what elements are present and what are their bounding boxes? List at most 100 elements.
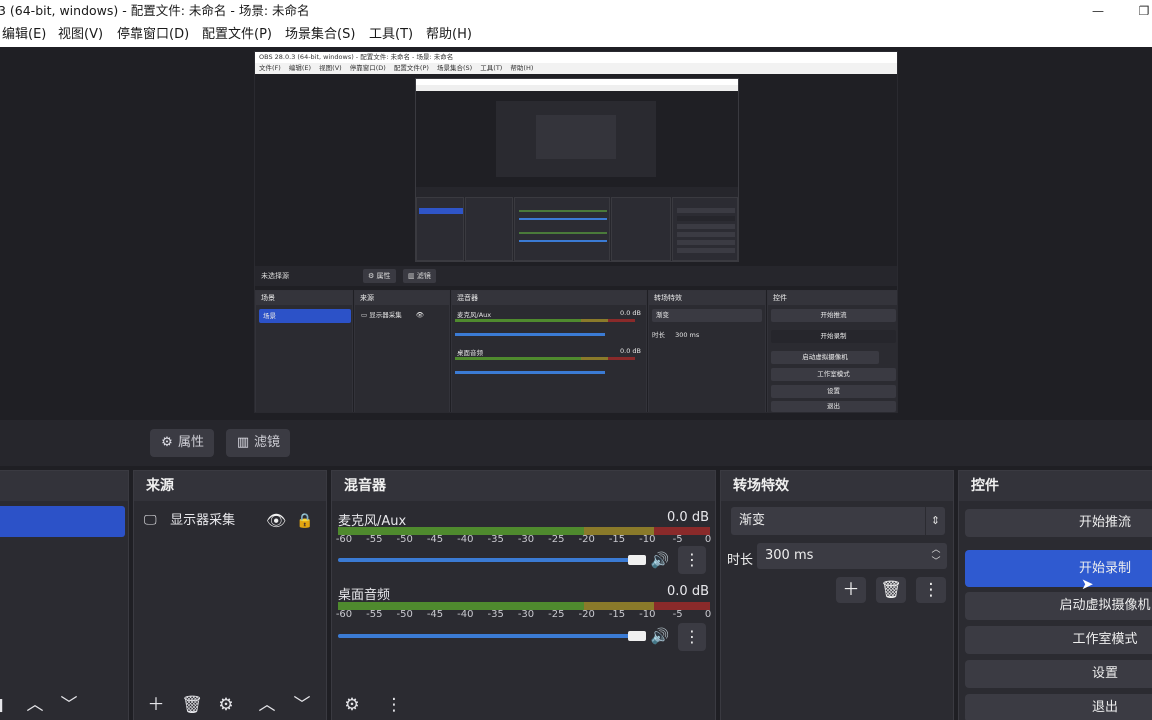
meter-tick-label: -10 xyxy=(639,609,656,620)
nested-menu-item: 工具(T) xyxy=(480,64,503,72)
nested-controls-title: 控件 xyxy=(768,291,897,305)
meter-ticks: -60 -55 -50 -45 -40 -35 -30 -25 -20 -15 -10 -5 0 xyxy=(332,534,715,546)
settings-button[interactable]: 设置 xyxy=(965,660,1152,688)
volume-slider[interactable] xyxy=(338,634,638,638)
source-down-icon[interactable]: ﹀ xyxy=(288,692,316,718)
menu-view[interactable]: 视图(V) xyxy=(58,22,103,47)
mixer-footer: ⚙ ⋮ xyxy=(332,692,715,720)
minimize-button[interactable]: — xyxy=(1078,0,1118,22)
channel-menu-button[interactable]: ⋮ xyxy=(678,546,706,574)
start-stream-label: 开始推流 xyxy=(1078,515,1131,530)
nested-menu-item: 编辑(E) xyxy=(288,64,312,72)
source-up-icon[interactable]: ︿ xyxy=(253,692,281,718)
studio-mode-button[interactable]: 工作室模式 xyxy=(965,626,1152,654)
inner-ctrl xyxy=(677,248,735,253)
remove-transition-icon[interactable]: 🗑 xyxy=(876,577,906,603)
meter-tick-label: 0 xyxy=(704,534,712,545)
advanced-audio-gear-icon[interactable]: ⚙ xyxy=(338,692,366,718)
nested-mic-meter xyxy=(455,319,635,322)
virtual-camera-button[interactable]: 启动虚拟摄像机 xyxy=(965,592,1152,620)
nested-ctrl-settings: 设置 xyxy=(771,385,896,398)
menu-tools[interactable]: 工具(T) xyxy=(369,22,413,47)
inner-ctrl xyxy=(677,208,735,213)
nested-desktop-meter xyxy=(455,357,635,360)
menu-bar: 编辑(E) 视图(V) 停靠窗口(D) 配置文件(P) 场景集合(S) 工具(T… xyxy=(0,22,1152,47)
start-record-button[interactable]: 开始录制 xyxy=(965,550,1152,587)
transitions-dock: 转场特效 渐变 ⇕ 时长 300 ms ︿ ﹀ ＋ 🗑 ⋮ xyxy=(720,470,954,720)
obs-window: .3 (64-bit, windows) - 配置文件: 未命名 - 场景: 未… xyxy=(0,0,1152,720)
lock-icon[interactable]: 🔒 xyxy=(296,509,313,533)
meter-tick-label: -50 xyxy=(396,534,413,545)
nested-transitions-dock: 转场特效 渐变 时长 300 ms xyxy=(648,290,766,412)
preview-canvas[interactable]: OBS 28.0.3 (64-bit, windows) - 配置文件: 未命名… xyxy=(0,47,1152,420)
inner-sources xyxy=(465,197,513,261)
remove-scene-button[interactable]: ▮ xyxy=(0,692,13,718)
restore-button[interactable]: ❐ xyxy=(1124,0,1152,22)
nested-status: 未选择源 xyxy=(255,266,897,286)
sources-dock: 来源 🖵 显示器采集 👁 🔒 ＋ 🗑 ⚙ ︿ ﹀ xyxy=(133,470,327,720)
filters-button[interactable]: ▥ 滤镜 xyxy=(226,429,291,457)
volume-knob[interactable] xyxy=(628,555,646,565)
inner-scenes xyxy=(416,197,464,261)
inner-meter xyxy=(519,210,607,212)
meter-tick-label: -25 xyxy=(548,534,565,545)
inner-recursion xyxy=(496,101,656,177)
meter-tick-label: -15 xyxy=(608,534,626,545)
inner-ctrl xyxy=(677,216,735,221)
nested-ctrl-record: 开始录制 xyxy=(771,330,896,343)
transition-menu-icon[interactable]: ⋮ xyxy=(916,577,946,603)
volume-knob[interactable] xyxy=(628,631,646,641)
nested-menu-item: 停靠窗口(D) xyxy=(349,64,386,72)
meter-tick-label: 0 xyxy=(704,609,712,620)
transition-select[interactable]: 渐变 ⇕ xyxy=(731,507,945,535)
properties-button[interactable]: ⚙ 属性 xyxy=(150,429,215,457)
nested-controls-dock: 控件 开始推流 开始录制 启动虚拟摄像机 工作室模式 设置 退出 xyxy=(767,290,897,412)
meter-tick-label: -10 xyxy=(639,534,656,545)
nested-mixer-dock: 混音器 麦克风/Aux 0.0 dB 桌面音频 0.0 dB xyxy=(451,290,647,412)
meter-tick-label: -25 xyxy=(548,609,565,620)
source-item[interactable]: 🖵 显示器采集 xyxy=(144,509,235,533)
scene-item-selected[interactable] xyxy=(0,506,125,537)
duration-label: 时长 xyxy=(727,553,754,568)
mixer-dock-title: 混音器 xyxy=(332,471,715,501)
spin-icon[interactable]: ︿ ﹀ xyxy=(929,543,943,569)
add-source-icon[interactable]: ＋ xyxy=(142,692,170,718)
channel-menu-button[interactable]: ⋮ xyxy=(678,623,706,651)
duration-input[interactable]: 300 ms ︿ ﹀ xyxy=(757,543,947,569)
eye-icon[interactable]: 👁 xyxy=(266,509,286,533)
nested-transition-select: 渐变 xyxy=(652,309,762,322)
nested-filters-label: 滤镜 xyxy=(416,272,431,280)
move-up-icon[interactable]: ︿ xyxy=(21,692,49,718)
menu-help[interactable]: 帮助(H) xyxy=(426,22,472,47)
nested-mic-slider xyxy=(455,333,605,336)
mixer-menu-icon[interactable]: ⋮ xyxy=(380,692,408,718)
scenes-dock: ▮ ︿ ﹀ xyxy=(0,470,129,720)
controls-dock-title: 控件 xyxy=(959,471,1152,501)
inner-ctrl xyxy=(677,224,735,229)
monitor-icon: 🖵 xyxy=(144,513,157,528)
properties-label: 属性 xyxy=(178,435,205,450)
mixer-dock: 混音器 麦克风/Aux 0.0 dB -60 -55 -50 -45 -40 -35 -30… xyxy=(331,470,716,720)
window-title: .3 (64-bit, windows) - 配置文件: 未命名 - 场景: 未… xyxy=(0,3,310,18)
speaker-icon[interactable]: 🔊 xyxy=(650,548,670,572)
meter-tick-label: -5 xyxy=(672,534,683,545)
trash-icon[interactable]: 🗑 xyxy=(178,692,206,718)
nested-menu-item: 视图(V) xyxy=(319,64,342,72)
nested-sources-dock: 来源 ▭ 显示器采集 👁 xyxy=(354,290,450,412)
nested-preview-inner xyxy=(415,78,739,262)
speaker-icon[interactable]: 🔊 xyxy=(650,624,670,648)
menu-profile[interactable]: 配置文件(P) xyxy=(202,22,272,47)
move-down-icon[interactable]: ﹀ xyxy=(55,692,83,718)
menu-docks[interactable]: 停靠窗口(D) xyxy=(117,22,189,47)
menu-scene-collection[interactable]: 场景集合(S) xyxy=(285,22,355,47)
source-gear-icon[interactable]: ⚙ xyxy=(212,692,240,718)
exit-button[interactable]: 退出 xyxy=(965,694,1152,720)
nested-mic-db: 0.0 dB xyxy=(620,309,641,317)
inner-preview xyxy=(416,91,738,187)
volume-slider[interactable] xyxy=(338,558,638,562)
menu-edit[interactable]: 编辑(E) xyxy=(2,22,46,47)
start-stream-button[interactable]: 开始推流 xyxy=(965,509,1152,537)
meter-tick-label: -50 xyxy=(396,609,413,620)
nested-menu-item: 配置文件(P) xyxy=(393,64,429,72)
add-transition-icon[interactable]: ＋ xyxy=(836,577,866,603)
